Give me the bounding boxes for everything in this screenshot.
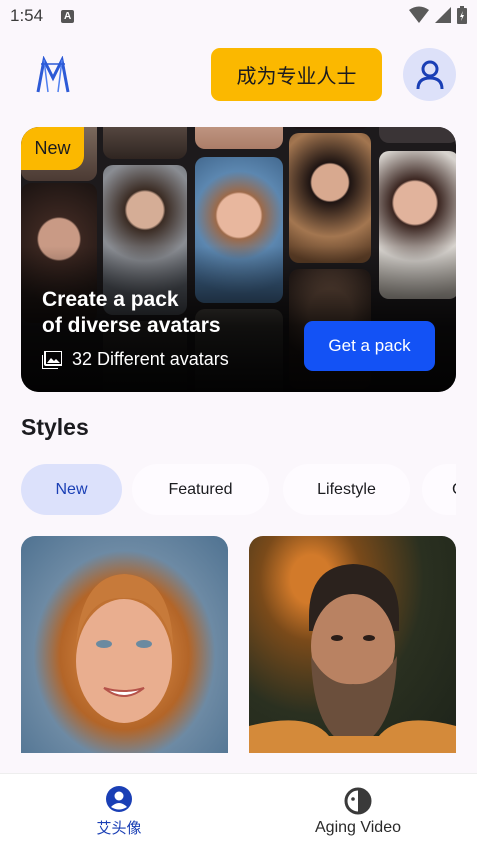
styles-heading: Styles xyxy=(21,414,89,440)
wifi-icon xyxy=(409,6,429,23)
banner-title: Create a pack of diverse avatars xyxy=(42,287,282,339)
style-chip-row: New Featured Lifestyle C xyxy=(21,464,456,516)
chip-new[interactable]: New xyxy=(21,464,122,515)
banner-title-line1: Create a pack xyxy=(42,288,179,311)
profile-button[interactable] xyxy=(403,48,456,101)
nav-item-avatars[interactable]: 艾头像 xyxy=(60,774,178,848)
signal-icon xyxy=(435,7,451,23)
status-time: 1:54 xyxy=(10,6,44,25)
bottom-navigation: 艾头像 Aging Video xyxy=(0,773,477,848)
nav-label-aging-video: Aging Video xyxy=(315,818,401,836)
style-card-portrait-woman[interactable] xyxy=(21,536,228,753)
banner-subtitle: 32 Different avatars xyxy=(42,349,229,370)
avatar-pack-banner[interactable]: New Create a pack of diverse avatars 32 … xyxy=(21,127,456,392)
new-badge: New xyxy=(21,127,84,170)
person-icon xyxy=(416,60,443,89)
get-pack-button[interactable]: Get a pack xyxy=(304,321,435,371)
chip-lifestyle[interactable]: Lifestyle xyxy=(283,464,410,515)
image-icon xyxy=(42,350,62,369)
nav-label-avatars: 艾头像 xyxy=(96,819,142,837)
banner-title-line2: of diverse avatars xyxy=(42,314,221,337)
portrait-woman-image xyxy=(76,574,173,723)
a-icon: A xyxy=(61,9,75,23)
avatar-count-text: 32 Different avatars xyxy=(72,349,229,369)
chip-more[interactable]: C xyxy=(422,464,456,515)
m-logo-icon[interactable] xyxy=(36,55,70,94)
chip-featured[interactable]: Featured xyxy=(132,464,269,515)
status-icons xyxy=(409,6,467,24)
style-card-portrait-man[interactable] xyxy=(249,536,456,753)
status-bar: 1:54 A xyxy=(0,0,477,32)
nav-item-aging-video[interactable]: Aging Video xyxy=(298,774,418,848)
portrait-man-image xyxy=(249,564,456,753)
account-circle-icon xyxy=(106,786,132,812)
go-pro-button[interactable]: 成为专业人士 xyxy=(211,48,382,101)
aging-face-icon xyxy=(344,787,372,814)
battery-icon xyxy=(457,6,467,24)
